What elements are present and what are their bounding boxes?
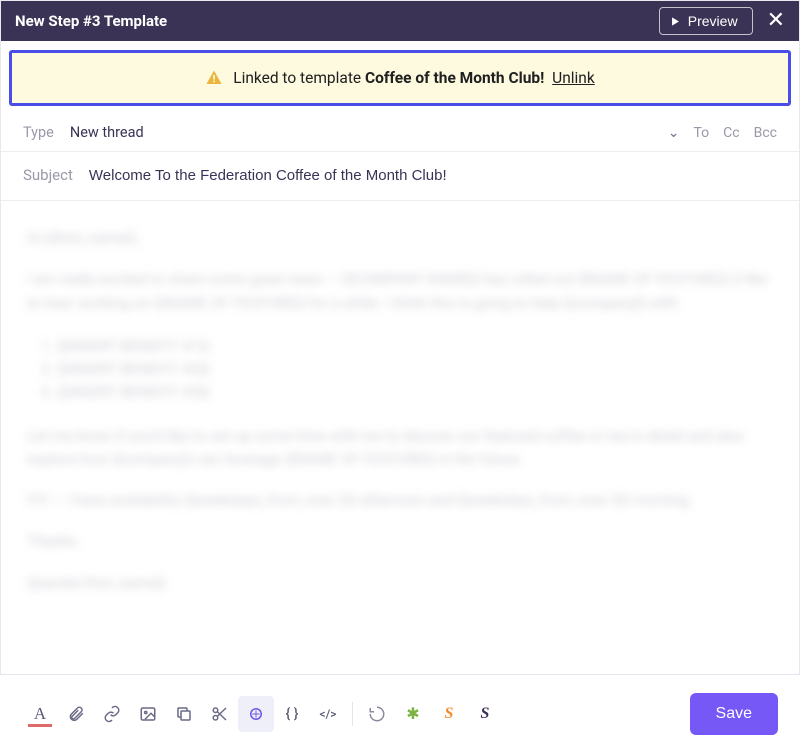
- scissors-icon: [211, 705, 229, 723]
- paperclip-icon: [67, 705, 85, 723]
- type-label: Type: [23, 124, 54, 141]
- subject-input[interactable]: [89, 167, 777, 184]
- image-button[interactable]: [130, 696, 166, 732]
- link-icon: [103, 705, 121, 723]
- body-benefit-list: {{INSERT BENEFIT #1}} {{INSERT BENEFIT #…: [57, 335, 777, 405]
- link-button[interactable]: [94, 696, 130, 732]
- subject-row: Subject: [1, 152, 799, 201]
- chevron-down-icon: ⌄: [668, 125, 680, 141]
- bcc-button[interactable]: Bcc: [754, 125, 777, 141]
- plugin-3-button[interactable]: S: [467, 696, 503, 732]
- undo-icon: [368, 705, 386, 723]
- s-purple-icon: S: [481, 705, 490, 723]
- to-button[interactable]: To: [693, 125, 709, 141]
- type-row: Type New thread ⌄ To Cc Bcc: [1, 112, 799, 152]
- image-icon: [139, 705, 157, 723]
- type-value: New thread: [70, 124, 144, 141]
- body-signature: {{sender.first_name}}: [27, 572, 777, 595]
- cut-button[interactable]: [202, 696, 238, 732]
- sparkle-icon: [247, 705, 265, 723]
- subject-label: Subject: [23, 166, 73, 184]
- editor-toolbar: A { } </> ✱ S S Save: [0, 674, 800, 752]
- copy-icon: [175, 705, 193, 723]
- plugin-2-button[interactable]: S: [431, 696, 467, 732]
- type-select[interactable]: New thread ⌄: [70, 124, 680, 141]
- ai-assist-button[interactable]: [238, 696, 274, 732]
- titlebar: New Step #3 Template Preview ✕: [1, 1, 799, 41]
- linked-template-alert: Linked to template Coffee of the Month C…: [9, 50, 791, 106]
- body-p3: FYI — I have availability {{weekdays_fro…: [27, 489, 777, 512]
- preview-label: Preview: [688, 13, 738, 29]
- warning-icon: [205, 69, 223, 87]
- body-thanks: Thanks,: [27, 530, 777, 553]
- unlink-link[interactable]: Unlink: [552, 69, 595, 87]
- html-source-button[interactable]: </>: [310, 696, 346, 732]
- plugin-1-button[interactable]: ✱: [395, 696, 431, 732]
- list-item: {{INSERT BENEFIT #1}}: [57, 335, 777, 358]
- close-icon[interactable]: ✕: [767, 10, 785, 32]
- attachment-button[interactable]: [58, 696, 94, 732]
- alert-text: Linked to template Coffee of the Month C…: [233, 69, 594, 87]
- template-name: Coffee of the Month Club!: [365, 69, 544, 87]
- undo-button[interactable]: [359, 696, 395, 732]
- cc-button[interactable]: Cc: [723, 125, 739, 141]
- save-button[interactable]: Save: [690, 693, 778, 735]
- body-greeting: Hi {{first_name}},: [27, 227, 777, 250]
- bug-icon: ✱: [406, 704, 419, 723]
- text-format-button[interactable]: A: [22, 696, 58, 732]
- preview-button[interactable]: Preview: [659, 7, 753, 35]
- variable-button[interactable]: { }: [274, 696, 310, 732]
- email-body-editor[interactable]: Hi {{first_name}}, I am really excited t…: [1, 201, 799, 671]
- body-p1: I am really excited to share some great …: [27, 268, 777, 315]
- s-orange-icon: S: [445, 705, 454, 723]
- alert-container: Linked to template Coffee of the Month C…: [1, 41, 799, 112]
- body-p2: Let me know if you'd like to set up some…: [27, 425, 777, 472]
- list-item: {{INSERT BENEFIT #2}}: [57, 358, 777, 381]
- play-icon: [670, 16, 681, 27]
- list-item: {{INSERT BENEFIT #3}}: [57, 381, 777, 404]
- copy-button[interactable]: [166, 696, 202, 732]
- page-title: New Step #3 Template: [15, 12, 659, 30]
- toolbar-divider: [352, 702, 353, 726]
